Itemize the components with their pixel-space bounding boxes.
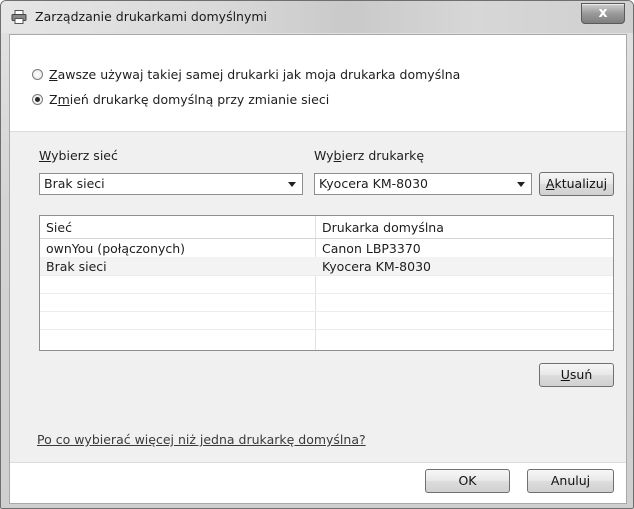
network-printer-table[interactable]: Sieć Drukarka domyślna ownYou (połączony… [39, 215, 614, 351]
network-select-value: Brak sieci [44, 176, 105, 191]
table-row[interactable]: Brak sieci Kyocera KM-8030 [40, 257, 613, 276]
table-cell: Canon LBP3370 [322, 241, 421, 256]
table-row-empty [40, 311, 613, 330]
ok-button[interactable]: OK [425, 469, 510, 493]
column-header-network[interactable]: Sieć [46, 220, 72, 235]
radio-change-on-network[interactable]: Zmień drukarkę domyślną przy zmianie sie… [32, 92, 329, 107]
radio-always-same-label: Zawsze używaj takiej samej drukarki jak … [49, 67, 461, 82]
radio-always-same[interactable]: Zawsze używaj takiej samej drukarki jak … [32, 67, 460, 82]
table-header: Sieć Drukarka domyślna [40, 216, 613, 239]
close-button[interactable]: x [581, 3, 625, 24]
remove-button[interactable]: Usuń [539, 363, 614, 387]
help-link[interactable]: Po co wybierać więcej niż jedna drukarkę… [37, 432, 366, 447]
update-button[interactable]: Aktualizuj [539, 172, 614, 196]
printer-select-value: Kyocera KM-8030 [319, 176, 428, 191]
close-icon: x [598, 5, 608, 21]
table-cell: ownYou (połączonych) [46, 241, 186, 256]
table-cell: Kyocera KM-8030 [322, 259, 431, 274]
cancel-button[interactable]: Anuluj [527, 469, 614, 493]
network-label: Wybierz sieć [39, 148, 118, 163]
printer-icon [11, 10, 27, 24]
printer-select[interactable]: Kyocera KM-8030 [314, 173, 532, 195]
table-row-empty [40, 293, 613, 312]
chevron-down-icon [288, 182, 296, 187]
radio-unselected-icon[interactable] [32, 69, 43, 80]
window-title: Zarządzanie drukarkami domyślnymi [35, 9, 268, 24]
table-row-empty [40, 275, 613, 294]
radio-selected-icon[interactable] [32, 94, 43, 105]
column-header-printer[interactable]: Drukarka domyślna [322, 220, 444, 235]
dialog-content: Zawsze używaj takiej samej drukarki jak … [9, 34, 627, 504]
chevron-down-icon [517, 182, 525, 187]
table-row[interactable]: ownYou (połączonych) Canon LBP3370 [40, 239, 613, 258]
title-bar[interactable]: Zarządzanie drukarkami domyślnymi x [1, 1, 633, 33]
radio-change-on-network-label: Zmień drukarkę domyślną przy zmianie sie… [49, 92, 330, 107]
dialog-window: Zarządzanie drukarkami domyślnymi x Zaws… [0, 0, 634, 509]
table-cell: Brak sieci [46, 259, 107, 274]
network-select[interactable]: Brak sieci [39, 173, 303, 195]
printer-label: Wybierz drukarkę [314, 148, 425, 163]
